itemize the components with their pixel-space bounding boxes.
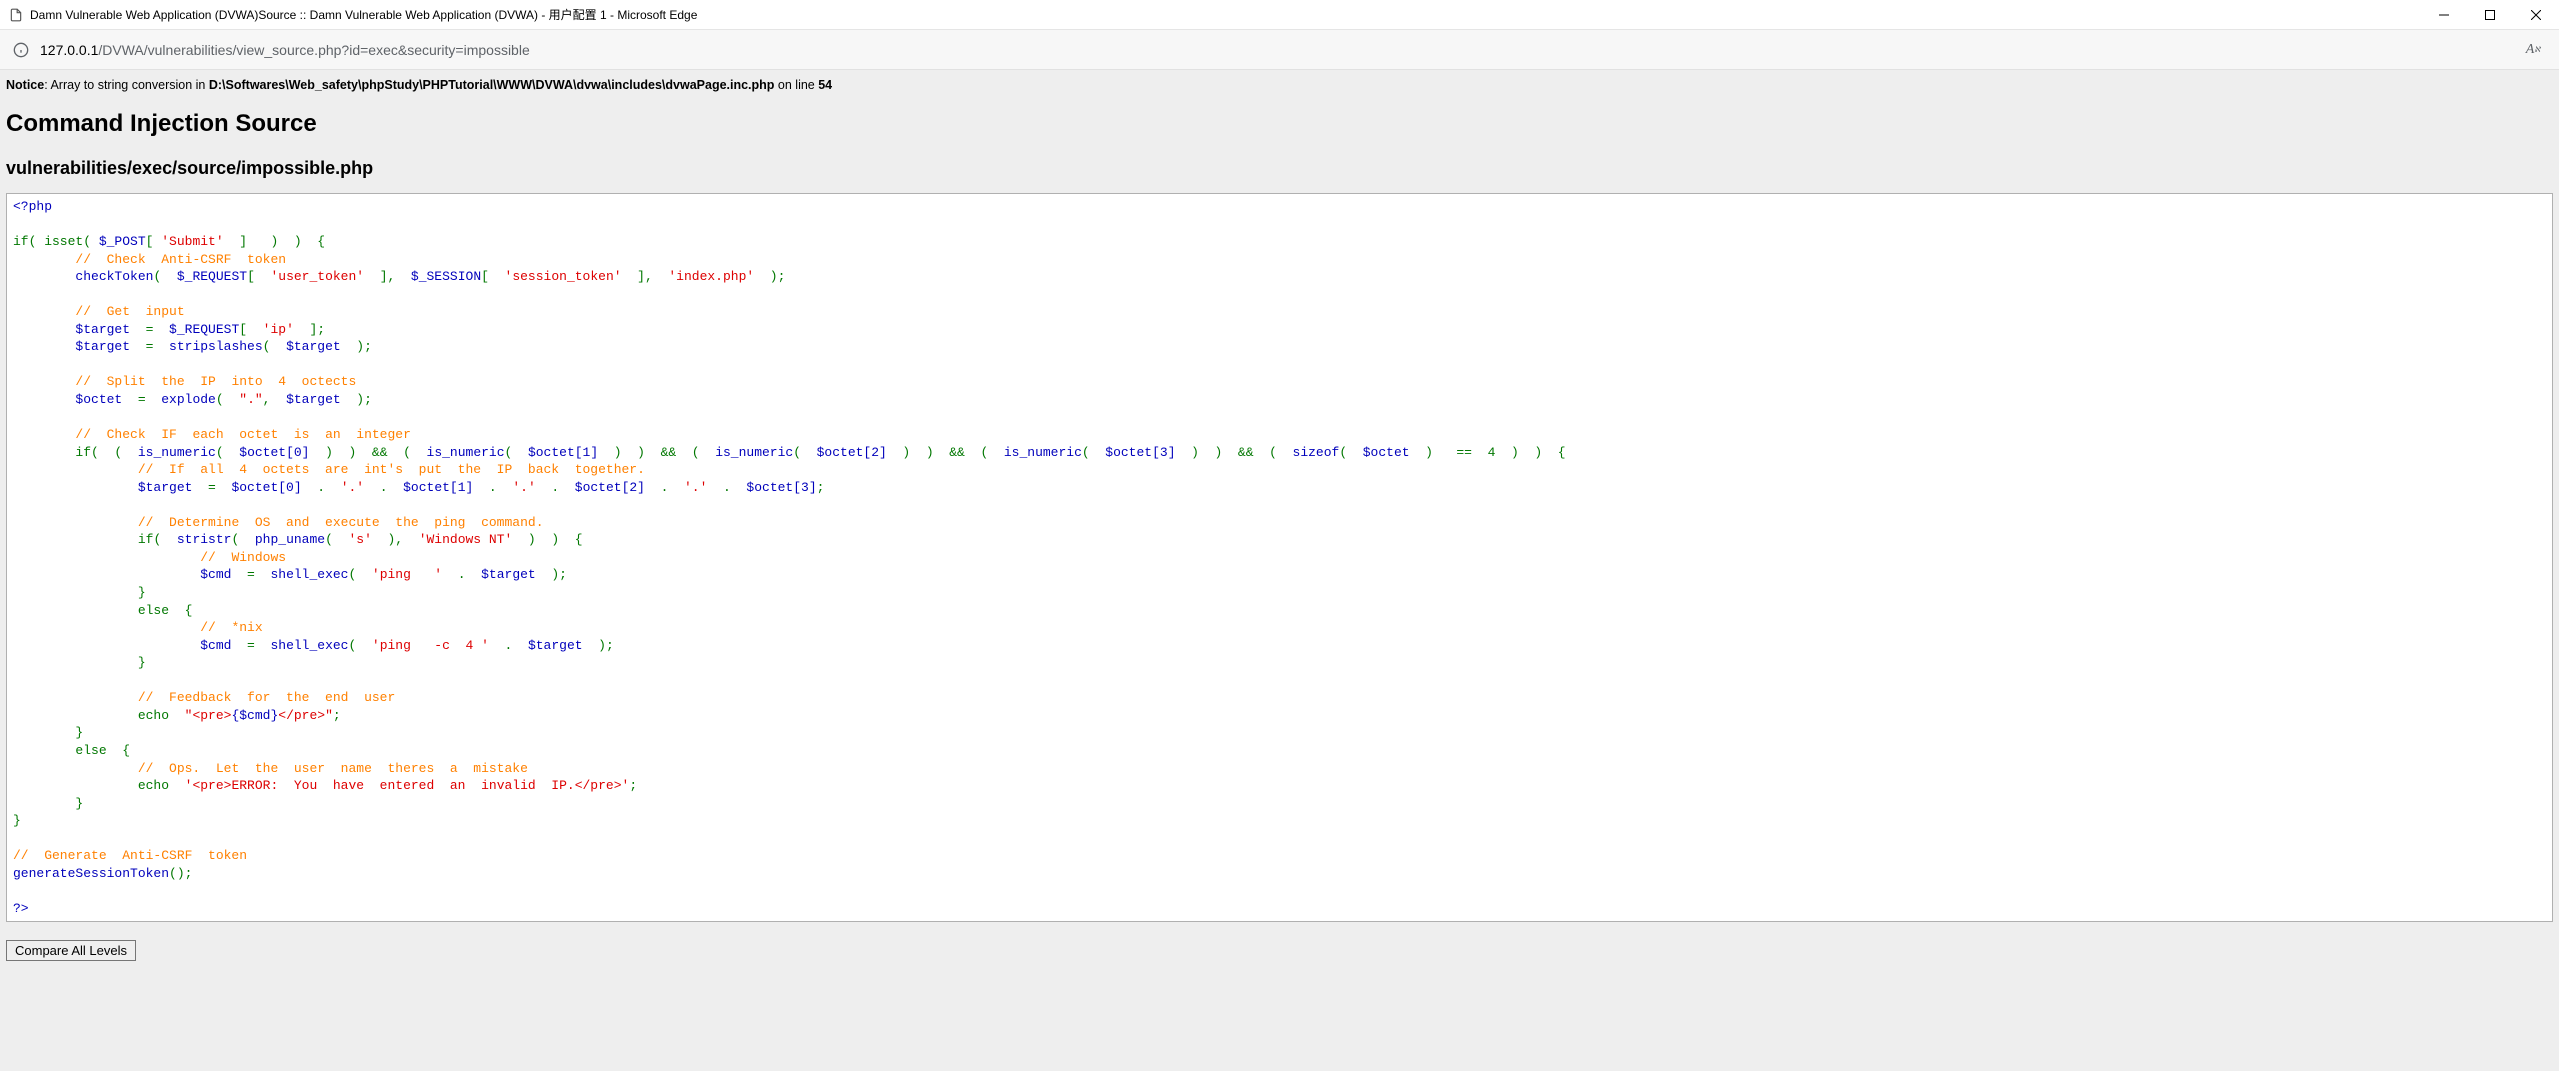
window-title: Damn Vulnerable Web Application (DVWA)So… [30,6,697,23]
page-content: Notice: Array to string conversion in D:… [0,70,2559,1071]
notice-line: 54 [818,78,832,92]
compare-all-levels-button[interactable]: Compare All Levels [6,940,136,961]
php-notice: Notice: Array to string conversion in D:… [0,70,2559,100]
page-title: Command Injection Source [0,100,2559,144]
notice-path: D:\Softwares\Web_safety\phpStudy\PHPTuto… [209,78,775,92]
minimize-button[interactable] [2421,0,2467,30]
address-bar: 127.0.0.1/DVWA/vulnerabilities/view_sour… [0,30,2559,70]
notice-label: Notice [6,78,44,92]
window-controls [2421,0,2559,30]
site-info-icon[interactable] [12,41,30,59]
compare-wrap: Compare All Levels [0,932,2559,969]
url-host: 127.0.0.1 [40,42,98,58]
url-path: /DVWA/vulnerabilities/view_source.php?id… [98,42,529,58]
close-button[interactable] [2513,0,2559,30]
maximize-button[interactable] [2467,0,2513,30]
reader-mode-icon[interactable]: Aℵ [2519,36,2547,64]
source-code: <?php if( isset( $_POST[ 'Submit' ] ) ) … [6,193,2553,922]
source-file-path: vulnerabilities/exec/source/impossible.p… [0,144,2559,189]
url-text[interactable]: 127.0.0.1/DVWA/vulnerabilities/view_sour… [40,42,2519,58]
window-titlebar: Damn Vulnerable Web Application (DVWA)So… [0,0,2559,30]
page-icon [8,7,24,23]
